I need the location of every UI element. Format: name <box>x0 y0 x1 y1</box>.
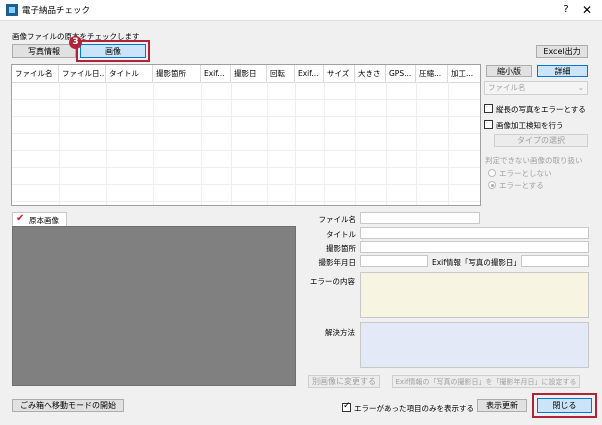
image-button[interactable]: 画像 <box>80 44 146 58</box>
detect-processing-label: 画像加工検知を行う <box>496 121 564 130</box>
photo-info-button[interactable]: 写真情報 <box>12 44 76 58</box>
column-header[interactable]: 撮影箇所 <box>153 65 201 82</box>
help-button[interactable]: ? <box>556 2 576 18</box>
solution-label: 解決方法 <box>325 328 355 337</box>
table-header: ファイル名 ファイル日... タイトル 撮影箇所 Exif... 撮影日 回転 … <box>12 65 480 83</box>
original-image-tab-label: 原本画像 <box>29 216 59 225</box>
exif-date-label: Exif情報「写真の撮影日」 <box>432 258 521 267</box>
column-header[interactable]: 加工... <box>448 65 480 82</box>
close-button[interactable]: 閉じる <box>537 398 592 413</box>
change-image-button[interactable]: 別画像に変更する <box>308 375 380 388</box>
column-header[interactable]: ファイル日... <box>59 65 106 82</box>
title-label: タイトル <box>326 230 356 239</box>
column-header[interactable]: タイトル <box>106 65 153 82</box>
column-header[interactable]: 撮影日 <box>231 65 267 82</box>
close-icon[interactable]: ✕ <box>577 2 597 18</box>
title-field <box>360 227 589 239</box>
column-header[interactable]: Exif... <box>295 65 324 82</box>
no-error-label: エラーとしない <box>499 169 552 178</box>
error-label: エラーとする <box>499 181 544 190</box>
file-name-field <box>360 212 480 224</box>
location-label: 撮影箇所 <box>326 244 356 253</box>
chevron-down-icon: ⌄ <box>577 83 584 92</box>
portrait-error-checkbox[interactable] <box>484 104 493 113</box>
error-content-box <box>360 272 589 318</box>
show-errors-only-label: エラーがあった項目のみを表示する <box>354 404 474 413</box>
column-header[interactable]: 大きさ <box>355 65 386 82</box>
column-header[interactable]: Exif... <box>201 65 231 82</box>
shoot-date-field <box>360 255 428 267</box>
excel-export-button[interactable]: Excel出力 <box>536 45 588 58</box>
location-field <box>360 241 589 253</box>
show-errors-only-checkbox[interactable] <box>342 401 351 412</box>
column-header[interactable]: サイズ <box>324 65 355 82</box>
portrait-error-label: 縦長の写真をエラーとする <box>496 105 586 114</box>
set-exif-date-button[interactable]: Exif情報の「写真の撮影日」を「撮影年月日」に設定する <box>392 375 580 388</box>
column-header[interactable]: 圧縮... <box>416 65 448 82</box>
original-image-preview <box>12 226 296 386</box>
window-title: 電子納品チェック <box>22 6 91 16</box>
refresh-button[interactable]: 表示更新 <box>477 399 527 412</box>
detail-view-button[interactable]: 詳細 <box>537 65 588 77</box>
type-select-button[interactable]: タイプの選択 <box>494 134 588 147</box>
title-bar: 電子納品チェック ? ✕ <box>0 0 602 21</box>
column-header[interactable]: 回転 <box>267 65 295 82</box>
trash-mode-button[interactable]: ごみ箱へ移動モードの開始 <box>12 399 124 412</box>
error-content-label: エラーの内容 <box>310 277 355 286</box>
file-name-label: ファイル名 <box>318 215 357 224</box>
sort-select-value: ファイル名 <box>488 83 526 92</box>
no-error-radio[interactable] <box>488 169 496 177</box>
error-radio[interactable] <box>488 181 496 189</box>
detect-processing-checkbox[interactable] <box>484 120 493 129</box>
shoot-date-label: 撮影年月日 <box>318 258 357 267</box>
file-list-table[interactable]: ファイル名 ファイル日... タイトル 撮影箇所 Exif... 撮影日 回転 … <box>11 64 481 206</box>
checkmark-icon: ✔ <box>16 213 25 224</box>
app-icon <box>6 4 18 16</box>
solution-box <box>360 322 589 368</box>
original-image-tab[interactable]: ✔ 原本画像 <box>12 212 67 226</box>
sort-select[interactable]: ファイル名 ⌄ <box>484 81 588 95</box>
undetermined-heading: 判定できない画像の取り扱い <box>485 156 583 165</box>
column-header[interactable]: GPS... <box>386 65 416 82</box>
thumbnail-view-button[interactable]: 縮小版 <box>486 65 532 77</box>
column-header[interactable]: ファイル名 <box>12 65 59 82</box>
exif-date-field <box>521 255 589 267</box>
step-badge: 3 <box>69 36 82 49</box>
